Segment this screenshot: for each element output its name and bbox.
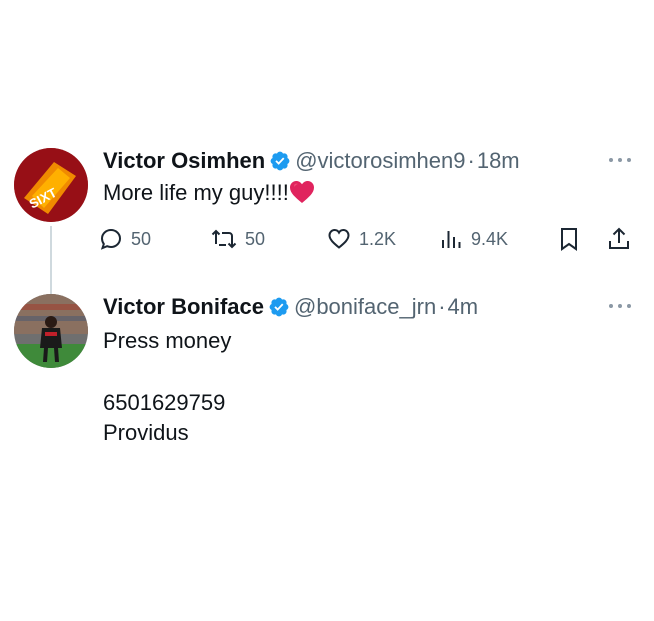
retweet-button[interactable]: 50 xyxy=(211,224,265,254)
views-count: 9.4K xyxy=(471,228,509,249)
author-handle[interactable]: @victorosimhen9 xyxy=(295,148,465,173)
avatar-osimhen[interactable]: SIXT xyxy=(14,148,88,222)
like-count: 1.2K xyxy=(359,228,397,249)
timestamp[interactable]: 18m xyxy=(477,148,520,173)
tweet-header: Victor Osimhen @victorosimhen9·18m xyxy=(103,148,640,178)
account-number: 6501629759 xyxy=(103,390,226,415)
tweet-header: Victor Boniface @boniface_jrn·4m xyxy=(103,294,640,324)
author-name[interactable]: Victor Boniface xyxy=(103,294,264,319)
verified-badge-icon xyxy=(270,151,290,171)
more-options-icon[interactable] xyxy=(608,302,632,310)
views-button[interactable]: 9.4K xyxy=(439,224,508,254)
tweet-content: Victor Boniface @boniface_jrn·4m Press mo… xyxy=(103,294,640,448)
reply-count: 50 xyxy=(131,228,152,249)
separator-dot: · xyxy=(438,294,446,319)
tweet-content: Victor Osimhen @victorosimhen9·18m More l… xyxy=(100,148,640,251)
separator-dot: · xyxy=(467,148,475,173)
tweet-text: Press money 6501629759 Providus xyxy=(103,326,640,448)
bank-name: Providus xyxy=(103,420,189,445)
tweet-text-body: More life my guy!!!! xyxy=(103,180,289,205)
verified-badge-icon xyxy=(269,297,289,317)
more-options-icon[interactable] xyxy=(608,156,632,164)
bookmark-icon xyxy=(561,228,577,251)
like-button[interactable]: 1.2K xyxy=(327,224,396,254)
share-icon xyxy=(609,227,629,249)
tweet-text-line: Press money xyxy=(103,328,232,353)
retweet-count: 50 xyxy=(245,228,266,249)
bookmark-button[interactable] xyxy=(557,224,581,254)
tweet-actions: 50 50 1.2K 9.4K xyxy=(99,224,647,254)
heart-emoji-icon xyxy=(289,181,314,203)
retweet-icon xyxy=(211,229,237,249)
author-handle[interactable]: @boniface_jrn xyxy=(294,294,436,319)
share-button[interactable] xyxy=(607,224,631,254)
avatar-boniface[interactable] xyxy=(14,294,88,368)
timestamp[interactable]: 4m xyxy=(448,294,479,319)
tweet-text: More life my guy!!!! xyxy=(103,178,640,208)
reply-button[interactable]: 50 xyxy=(99,224,151,254)
like-icon xyxy=(328,228,350,249)
author-name[interactable]: Victor Osimhen xyxy=(103,148,265,173)
thread-connector-line xyxy=(50,226,52,294)
reply-icon xyxy=(100,228,122,250)
views-icon xyxy=(442,231,461,248)
